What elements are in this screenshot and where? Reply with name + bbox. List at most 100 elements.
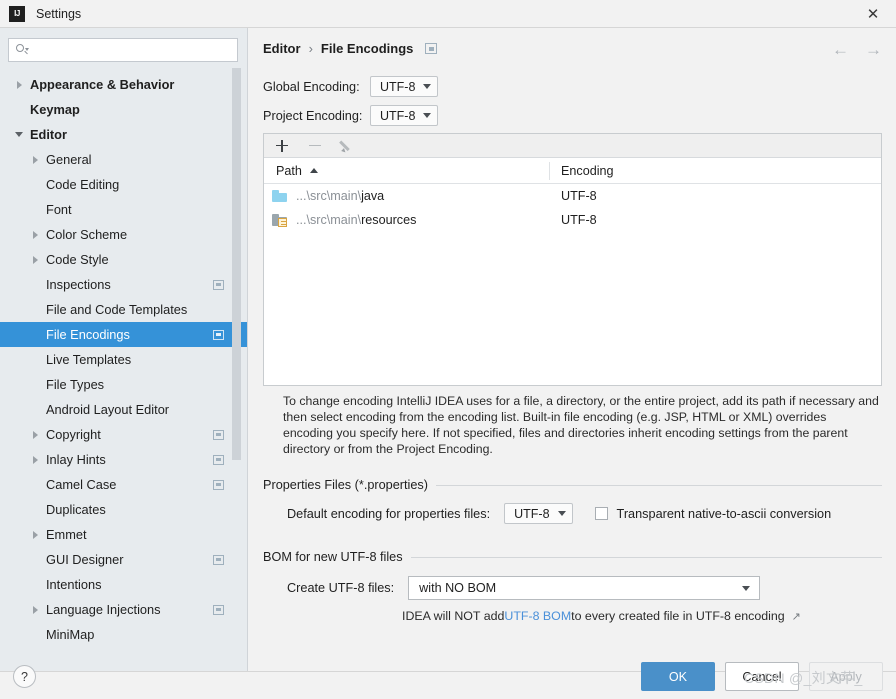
settings-badge-icon[interactable] (213, 279, 224, 290)
sidebar-item-label: Editor (30, 127, 67, 142)
bom-group-title: BOM for new UTF-8 files (263, 550, 882, 564)
sidebar-item-label: Appearance & Behavior (30, 77, 175, 92)
ok-button[interactable]: OK (641, 662, 715, 691)
sidebar-item-inspections[interactable]: Inspections (0, 272, 247, 297)
chevron-right-icon[interactable] (28, 603, 42, 617)
sidebar-item-file-encodings[interactable]: File Encodings (0, 322, 247, 347)
bom-note-prefix: IDEA will NOT add (402, 609, 505, 623)
sidebar-item-label: Live Templates (46, 352, 132, 367)
transparent-native-to-ascii-checkbox[interactable] (594, 507, 608, 520)
group-divider-line (410, 556, 882, 558)
sidebar-scrollbar[interactable] (232, 68, 241, 460)
sidebar-item-emmet[interactable]: Emmet (0, 522, 247, 547)
utf8-bom-link[interactable]: UTF-8 BOM (504, 609, 571, 623)
column-header-path-label: Path (276, 163, 302, 178)
search-icon (15, 43, 29, 57)
search-input[interactable] (33, 42, 228, 58)
settings-badge-icon[interactable] (213, 554, 224, 565)
navigation-arrows: ← → (832, 41, 882, 58)
sidebar-item-label: Language Injections (46, 602, 161, 617)
window-title: Settings (36, 6, 82, 21)
sidebar-item-editor[interactable]: Editor (0, 122, 247, 147)
sidebar-item-file-types[interactable]: File Types (0, 372, 247, 397)
settings-badge-icon[interactable] (213, 454, 224, 465)
sidebar-item-copyright[interactable]: Copyright (0, 422, 247, 447)
sidebar-item-label: File Encodings (46, 327, 130, 342)
sort-ascending-icon (309, 168, 318, 173)
sidebar-item-duplicates[interactable]: Duplicates (0, 497, 247, 522)
cell-encoding: UTF-8 (561, 189, 597, 203)
search-box[interactable] (8, 38, 238, 62)
forward-arrow-icon[interactable]: → (865, 41, 882, 58)
chevron-right-icon[interactable] (28, 253, 42, 267)
global-encoding-value: UTF-8 (380, 79, 416, 94)
cell-path-name: resources (361, 213, 417, 227)
sidebar-item-camel-case[interactable]: Camel Case (0, 472, 247, 497)
close-icon[interactable]: ✕ (850, 0, 896, 27)
sidebar-item-code-style[interactable]: Code Style (0, 247, 247, 272)
chevron-down-icon (557, 511, 566, 516)
sidebar-item-color-scheme[interactable]: Color Scheme (0, 222, 247, 247)
sidebar-item-label: General (46, 152, 92, 167)
sidebar-item-intentions[interactable]: Intentions (0, 572, 247, 597)
sidebar-item-appearance-behavior[interactable]: Appearance & Behavior (0, 72, 247, 97)
cancel-button[interactable]: Cancel (725, 662, 799, 691)
sidebar-item-inlay-hints[interactable]: Inlay Hints (0, 447, 247, 472)
sidebar-item-label: MiniMap (46, 627, 95, 642)
properties-files-title: Properties Files (*.properties) (263, 478, 428, 492)
create-utf8-files-value: with NO BOM (419, 581, 497, 595)
project-encoding-combo[interactable]: UTF-8 (370, 105, 439, 126)
sidebar-item-general[interactable]: General (0, 147, 247, 172)
sidebar-item-label: Color Scheme (46, 227, 128, 242)
breadcrumb-separator: › (308, 41, 313, 56)
sidebar-item-live-templates[interactable]: Live Templates (0, 347, 247, 372)
chevron-right-icon[interactable] (28, 153, 42, 167)
chevron-right-icon[interactable] (28, 228, 42, 242)
chevron-right-icon[interactable] (12, 78, 26, 92)
table-row[interactable]: ...\src\main\ java UTF-8 (264, 184, 881, 208)
dialog-footer: ? OK Cancel Apply (0, 662, 896, 699)
sidebar-item-minimap[interactable]: MiniMap (0, 622, 247, 647)
chevron-down-icon (423, 84, 432, 89)
settings-badge-icon[interactable] (425, 43, 438, 54)
help-button[interactable]: ? (13, 665, 36, 688)
sidebar-item-font[interactable]: Font (0, 197, 247, 222)
sidebar-item-label: Android Layout Editor (46, 402, 170, 417)
chevron-right-icon[interactable] (28, 453, 42, 467)
settings-tree: Appearance & Behavior Keymap Editor General… (0, 72, 247, 670)
minus-icon[interactable] (307, 138, 323, 154)
settings-badge-icon[interactable] (213, 429, 224, 440)
global-encoding-combo[interactable]: UTF-8 (370, 76, 439, 97)
sidebar-item-gui-designer[interactable]: GUI Designer (0, 547, 247, 572)
create-utf8-files-combo[interactable]: with NO BOM (408, 576, 761, 600)
default-properties-encoding-combo[interactable]: UTF-8 (504, 503, 573, 524)
sidebar-item-android-layout-editor[interactable]: Android Layout Editor (0, 397, 247, 422)
intellij-idea-logo-icon (9, 5, 25, 22)
project-encoding-value: UTF-8 (380, 108, 416, 123)
chevron-right-icon[interactable] (28, 528, 42, 542)
sidebar-item-code-editing[interactable]: Code Editing (0, 172, 247, 197)
breadcrumb-root[interactable]: Editor (263, 41, 301, 56)
table-row[interactable]: ...\src\main\ resources UTF-8 (264, 208, 881, 232)
breadcrumb-leaf: File Encodings (320, 41, 414, 56)
column-header-encoding[interactable]: Encoding (549, 164, 614, 178)
column-divider[interactable] (549, 162, 550, 180)
sidebar-item-keymap[interactable]: Keymap (0, 97, 247, 122)
settings-badge-icon[interactable] (213, 329, 224, 340)
column-header-encoding-label: Encoding (561, 163, 614, 178)
column-header-path[interactable]: Path (264, 158, 549, 183)
chevron-right-icon[interactable] (28, 428, 42, 442)
project-encoding-label: Project Encoding: (263, 108, 363, 123)
pencil-icon[interactable] (338, 138, 356, 154)
chevron-down-icon[interactable] (12, 128, 26, 142)
settings-badge-icon[interactable] (213, 479, 224, 490)
apply-button[interactable]: Apply (809, 662, 883, 691)
plus-icon[interactable] (274, 138, 290, 154)
back-arrow-icon[interactable]: ← (832, 41, 849, 58)
sidebar-item-language-injections[interactable]: Language Injections (0, 597, 247, 622)
settings-badge-icon[interactable] (213, 604, 224, 615)
sidebar-item-file-and-code-templates[interactable]: File and Code Templates (0, 297, 247, 322)
